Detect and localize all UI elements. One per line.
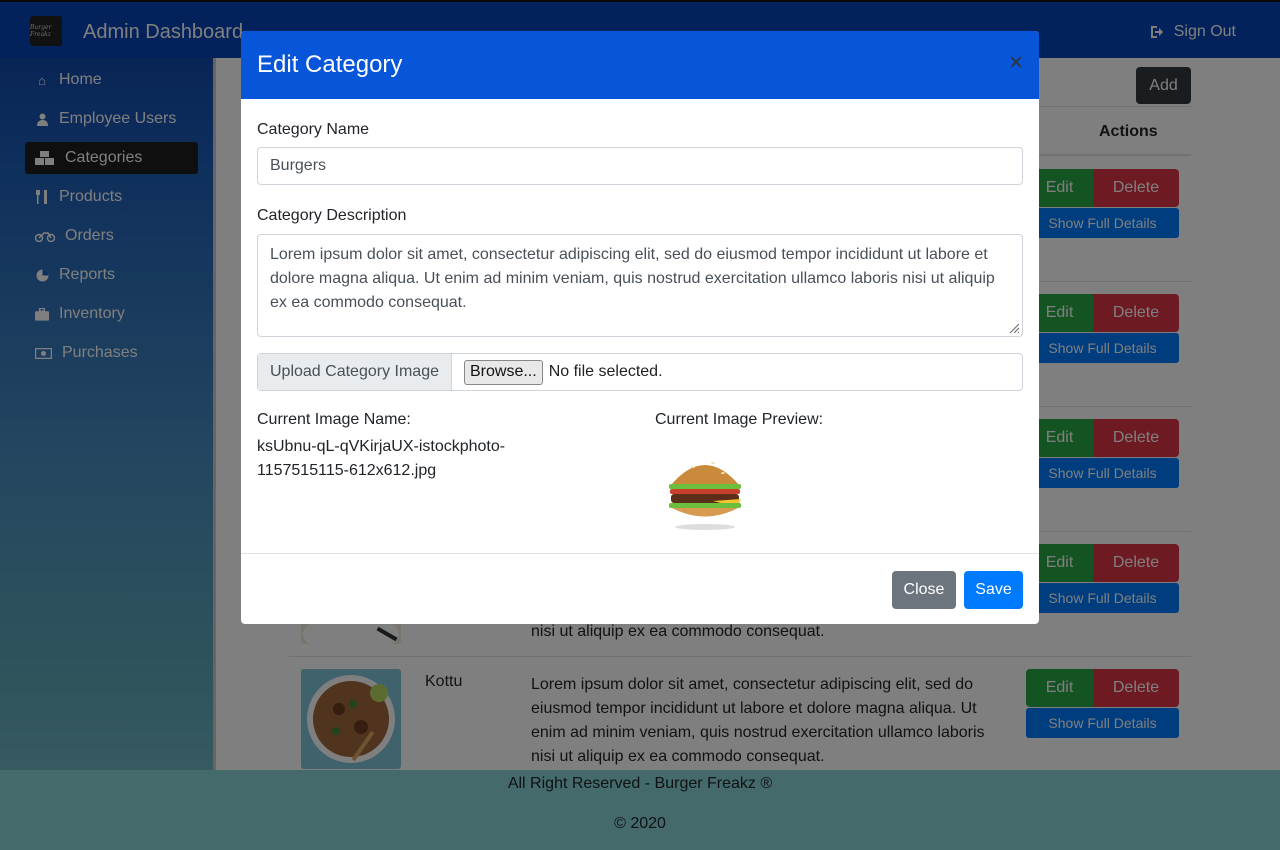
- category-description-label: Category Description: [257, 207, 407, 224]
- upload-image-group: Upload Category Image Browse... No file …: [257, 353, 1023, 391]
- category-description-textarea[interactable]: Lorem ipsum dolor sit amet, consectetur …: [257, 234, 1023, 337]
- current-image-name-label: Current Image Name:: [257, 411, 411, 428]
- category-description-text: Lorem ipsum dolor sit amet, consectetur …: [270, 246, 995, 311]
- current-image-name-value: ksUbnu-qL-qVKirjaUX-istockphoto-11575151…: [257, 438, 506, 479]
- current-image-preview-label: Current Image Preview:: [655, 411, 824, 428]
- modal-title: Edit Category: [257, 51, 403, 78]
- modal-header: Edit Category ×: [241, 31, 1039, 99]
- close-button[interactable]: Close: [892, 571, 956, 609]
- burger-preview-image: [669, 462, 741, 530]
- close-icon[interactable]: ×: [1009, 51, 1023, 75]
- edit-category-modal: Edit Category × Category Name Burgers Ca…: [241, 31, 1039, 624]
- category-name-input[interactable]: Burgers: [257, 147, 1023, 185]
- category-name-label: Category Name: [257, 121, 370, 138]
- upload-image-label: Upload Category Image: [258, 354, 452, 390]
- modal-footer: Close Save: [241, 553, 1039, 624]
- resize-grip-icon[interactable]: [1008, 322, 1020, 334]
- save-button[interactable]: Save: [964, 571, 1023, 609]
- browse-button[interactable]: Browse...: [464, 359, 543, 385]
- file-input[interactable]: Browse... No file selected.: [452, 354, 663, 390]
- file-status-text: No file selected.: [548, 363, 663, 380]
